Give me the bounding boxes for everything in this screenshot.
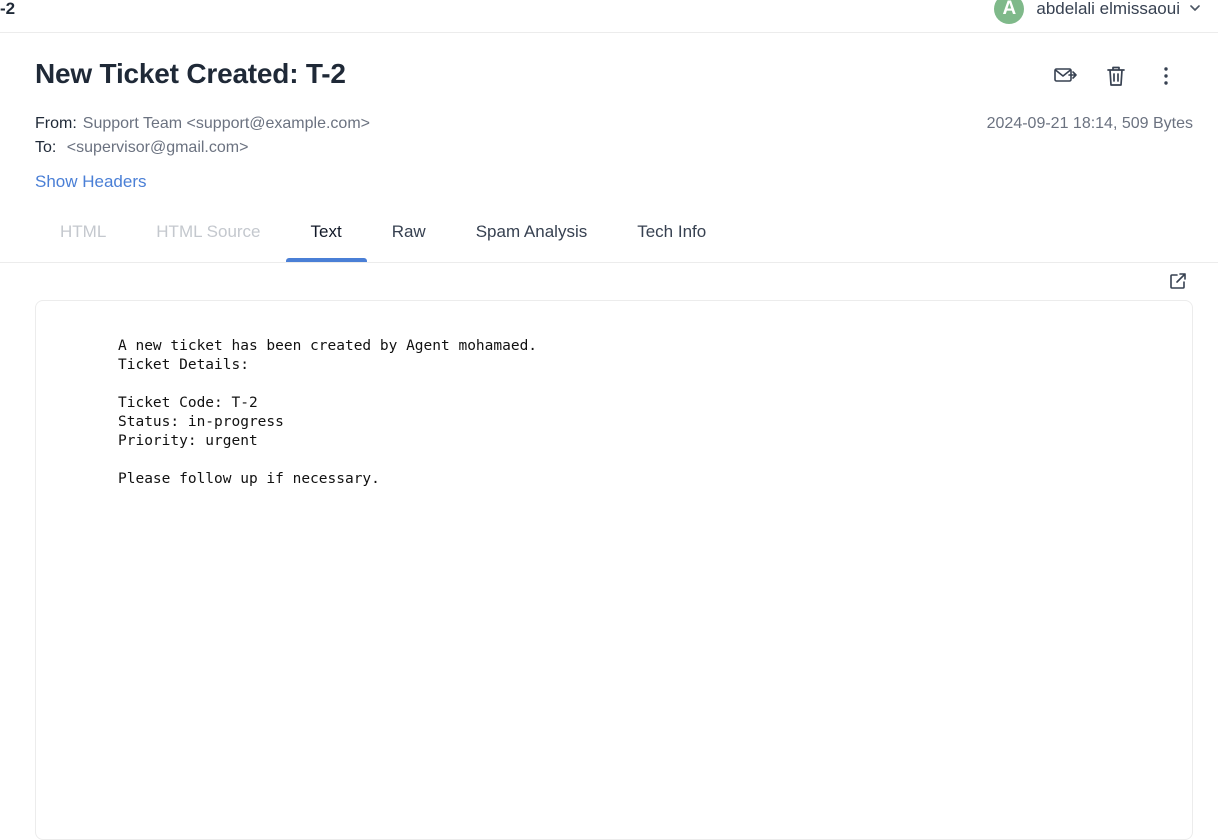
to-label: To: xyxy=(35,139,57,156)
trash-icon[interactable] xyxy=(1102,62,1130,90)
user-name: abdelali elmissaoui xyxy=(1036,0,1180,18)
open-external-icon[interactable] xyxy=(1168,271,1188,291)
message-actions xyxy=(1052,62,1180,90)
from-value: Support Team <support@example.com> xyxy=(82,115,370,132)
tabs-divider xyxy=(0,262,1218,263)
from-label: From: xyxy=(35,115,77,132)
chevron-down-icon[interactable] xyxy=(1190,3,1200,15)
more-vertical-icon[interactable] xyxy=(1152,62,1180,90)
date-size: 2024-09-21 18:14, 509 Bytes xyxy=(986,115,1193,132)
to-value: <supervisor@gmail.com> xyxy=(66,139,249,156)
tab-html-source[interactable]: HTML Source xyxy=(131,220,285,263)
body-line: Priority: urgent xyxy=(118,433,258,449)
tab-tech-info[interactable]: Tech Info xyxy=(612,220,731,263)
message-title: New Ticket Created: T-2 xyxy=(35,58,346,89)
view-tabs: HTML HTML Source Text Raw Spam Analysis … xyxy=(35,220,731,263)
user-menu[interactable]: A abdelali elmissaoui xyxy=(994,0,1200,24)
message-meta: From: Support Team <support@example.com> … xyxy=(35,112,370,160)
body-line: Ticket Details: xyxy=(118,357,249,373)
tab-spam-analysis[interactable]: Spam Analysis xyxy=(451,220,613,263)
tab-text[interactable]: Text xyxy=(285,220,367,263)
show-headers-link[interactable]: Show Headers xyxy=(35,172,147,192)
tab-raw[interactable]: Raw xyxy=(367,220,451,263)
body-line: Please follow up if necessary. xyxy=(118,471,380,487)
forward-mail-icon[interactable] xyxy=(1052,62,1080,90)
to-row: To: <supervisor@gmail.com> xyxy=(35,136,370,160)
body-line: Ticket Code: T-2 xyxy=(118,395,258,411)
tab-html[interactable]: HTML xyxy=(35,220,131,263)
body-line: Status: in-progress xyxy=(118,414,284,430)
avatar[interactable]: A xyxy=(994,0,1025,24)
breadcrumb: -2 xyxy=(0,0,16,18)
message-body-panel: A new ticket has been created by Agent m… xyxy=(35,300,1193,840)
message-body-text: A new ticket has been created by Agent m… xyxy=(36,301,1192,489)
from-row: From: Support Team <support@example.com> xyxy=(35,112,370,136)
top-bar: -2 A abdelali elmissaoui xyxy=(0,0,1218,33)
body-line: A new ticket has been created by Agent m… xyxy=(118,338,538,354)
